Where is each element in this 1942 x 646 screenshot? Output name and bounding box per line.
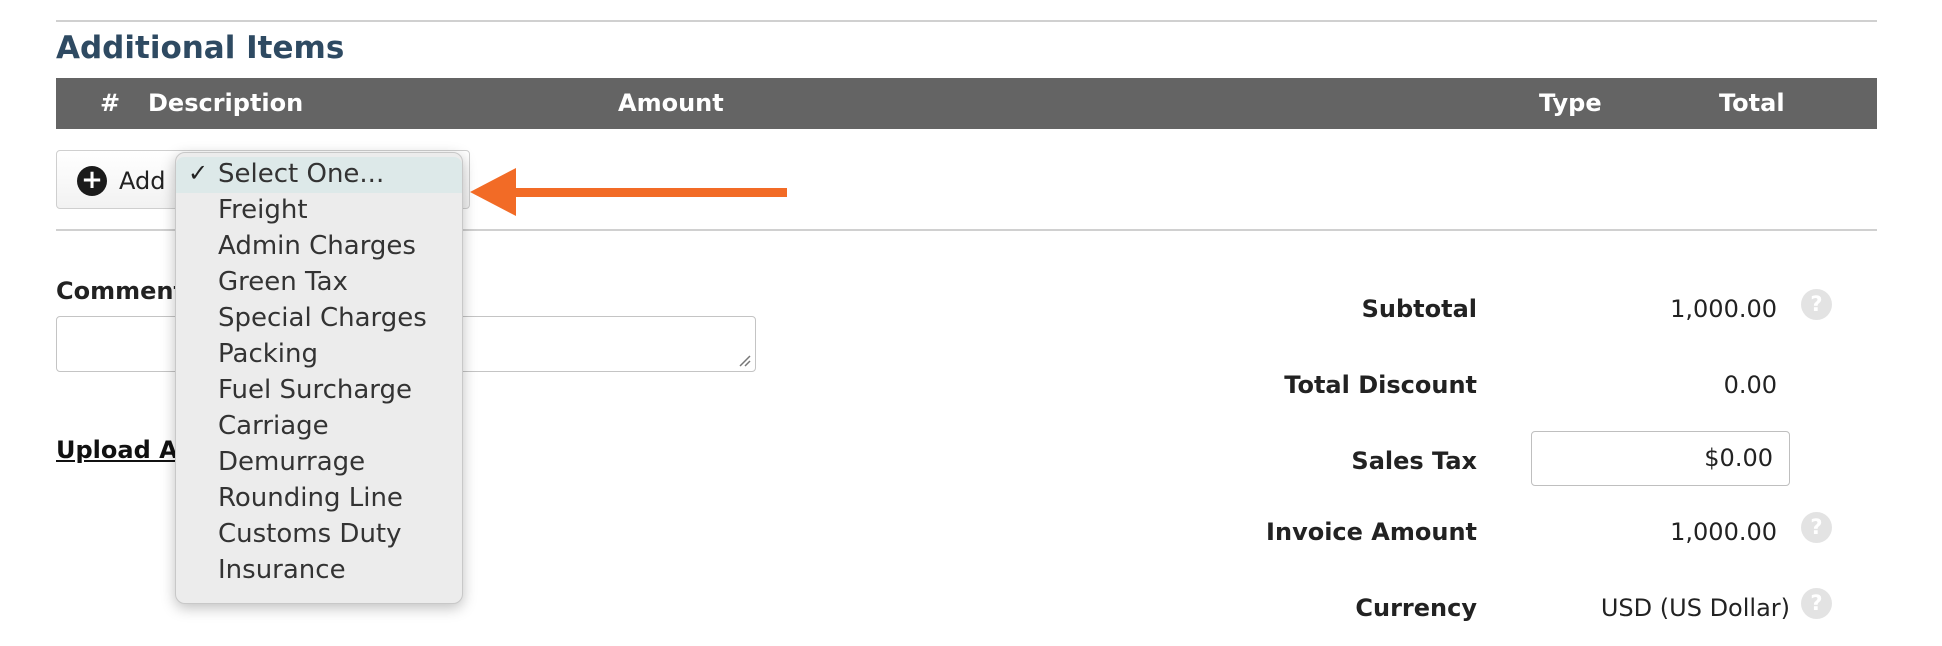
dropdown-option-demurrage[interactable]: Demurrage: [176, 445, 462, 481]
subtotal-value: 1,000.00: [1670, 295, 1777, 323]
invoice-amount-value: 1,000.00: [1670, 518, 1777, 546]
invoice-amount-label: Invoice Amount: [1266, 518, 1477, 546]
arrow-annotation-icon: [470, 168, 787, 216]
dropdown-option-select-one[interactable]: ✓ Select One...: [176, 157, 462, 193]
column-description: Description: [148, 89, 304, 117]
help-icon[interactable]: ?: [1801, 512, 1832, 543]
checkmark-icon: ✓: [188, 159, 209, 187]
dropdown-option-admin-charges[interactable]: Admin Charges: [176, 229, 462, 265]
total-discount-value: 0.00: [1723, 371, 1777, 399]
plus-circle-icon: +: [77, 166, 107, 196]
column-amount: Amount: [618, 89, 724, 117]
currency-label: Currency: [1355, 594, 1477, 622]
dropdown-option-freight[interactable]: Freight: [176, 193, 462, 229]
sales-tax-input[interactable]: $0.00: [1531, 431, 1790, 486]
column-total: Total: [1719, 89, 1785, 117]
upload-attachment-link[interactable]: Upload At: [56, 436, 189, 464]
resize-handle-icon[interactable]: [736, 352, 752, 368]
dropdown-option-carriage[interactable]: Carriage: [176, 409, 462, 445]
help-icon[interactable]: ?: [1801, 289, 1832, 320]
total-discount-label: Total Discount: [1284, 371, 1477, 399]
help-icon[interactable]: ?: [1801, 588, 1832, 619]
dropdown-option-fuel-surcharge[interactable]: Fuel Surcharge: [176, 373, 462, 409]
dropdown-option-packing[interactable]: Packing: [176, 337, 462, 373]
section-title: Additional Items: [56, 30, 345, 66]
subtotal-label: Subtotal: [1361, 295, 1477, 323]
item-type-dropdown[interactable]: ✓ Select One... Freight Admin Charges Gr…: [175, 152, 463, 604]
column-type: Type: [1539, 89, 1602, 117]
column-number: #: [100, 89, 121, 117]
top-divider: [56, 20, 1877, 22]
dropdown-option-insurance[interactable]: Insurance: [176, 553, 462, 589]
comments-label: Comment: [56, 277, 185, 305]
currency-value: USD (US Dollar): [1600, 594, 1790, 622]
dropdown-option-customs-duty[interactable]: Customs Duty: [176, 517, 462, 553]
dropdown-option-rounding-line[interactable]: Rounding Line: [176, 481, 462, 517]
items-table-header: # Description Amount Type Total: [56, 78, 1877, 129]
sales-tax-label: Sales Tax: [1351, 447, 1477, 475]
add-button-label: Add: [119, 167, 166, 195]
dropdown-option-special-charges[interactable]: Special Charges: [176, 301, 462, 337]
dropdown-option-green-tax[interactable]: Green Tax: [176, 265, 462, 301]
